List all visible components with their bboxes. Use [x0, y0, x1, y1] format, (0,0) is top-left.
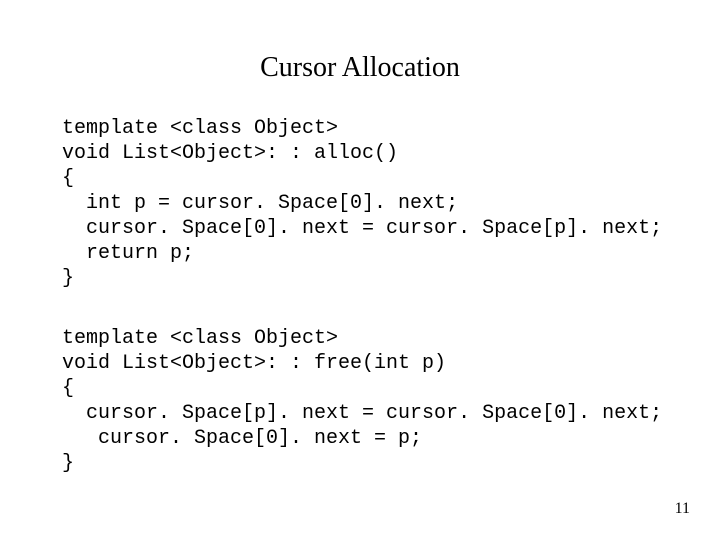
slide-title: Cursor Allocation	[0, 52, 720, 84]
page-number: 11	[675, 500, 690, 518]
code-block-alloc: template <class Object> void List<Object…	[62, 116, 662, 291]
code-block-free: template <class Object> void List<Object…	[62, 326, 662, 476]
slide: Cursor Allocation template <class Object…	[0, 0, 720, 540]
